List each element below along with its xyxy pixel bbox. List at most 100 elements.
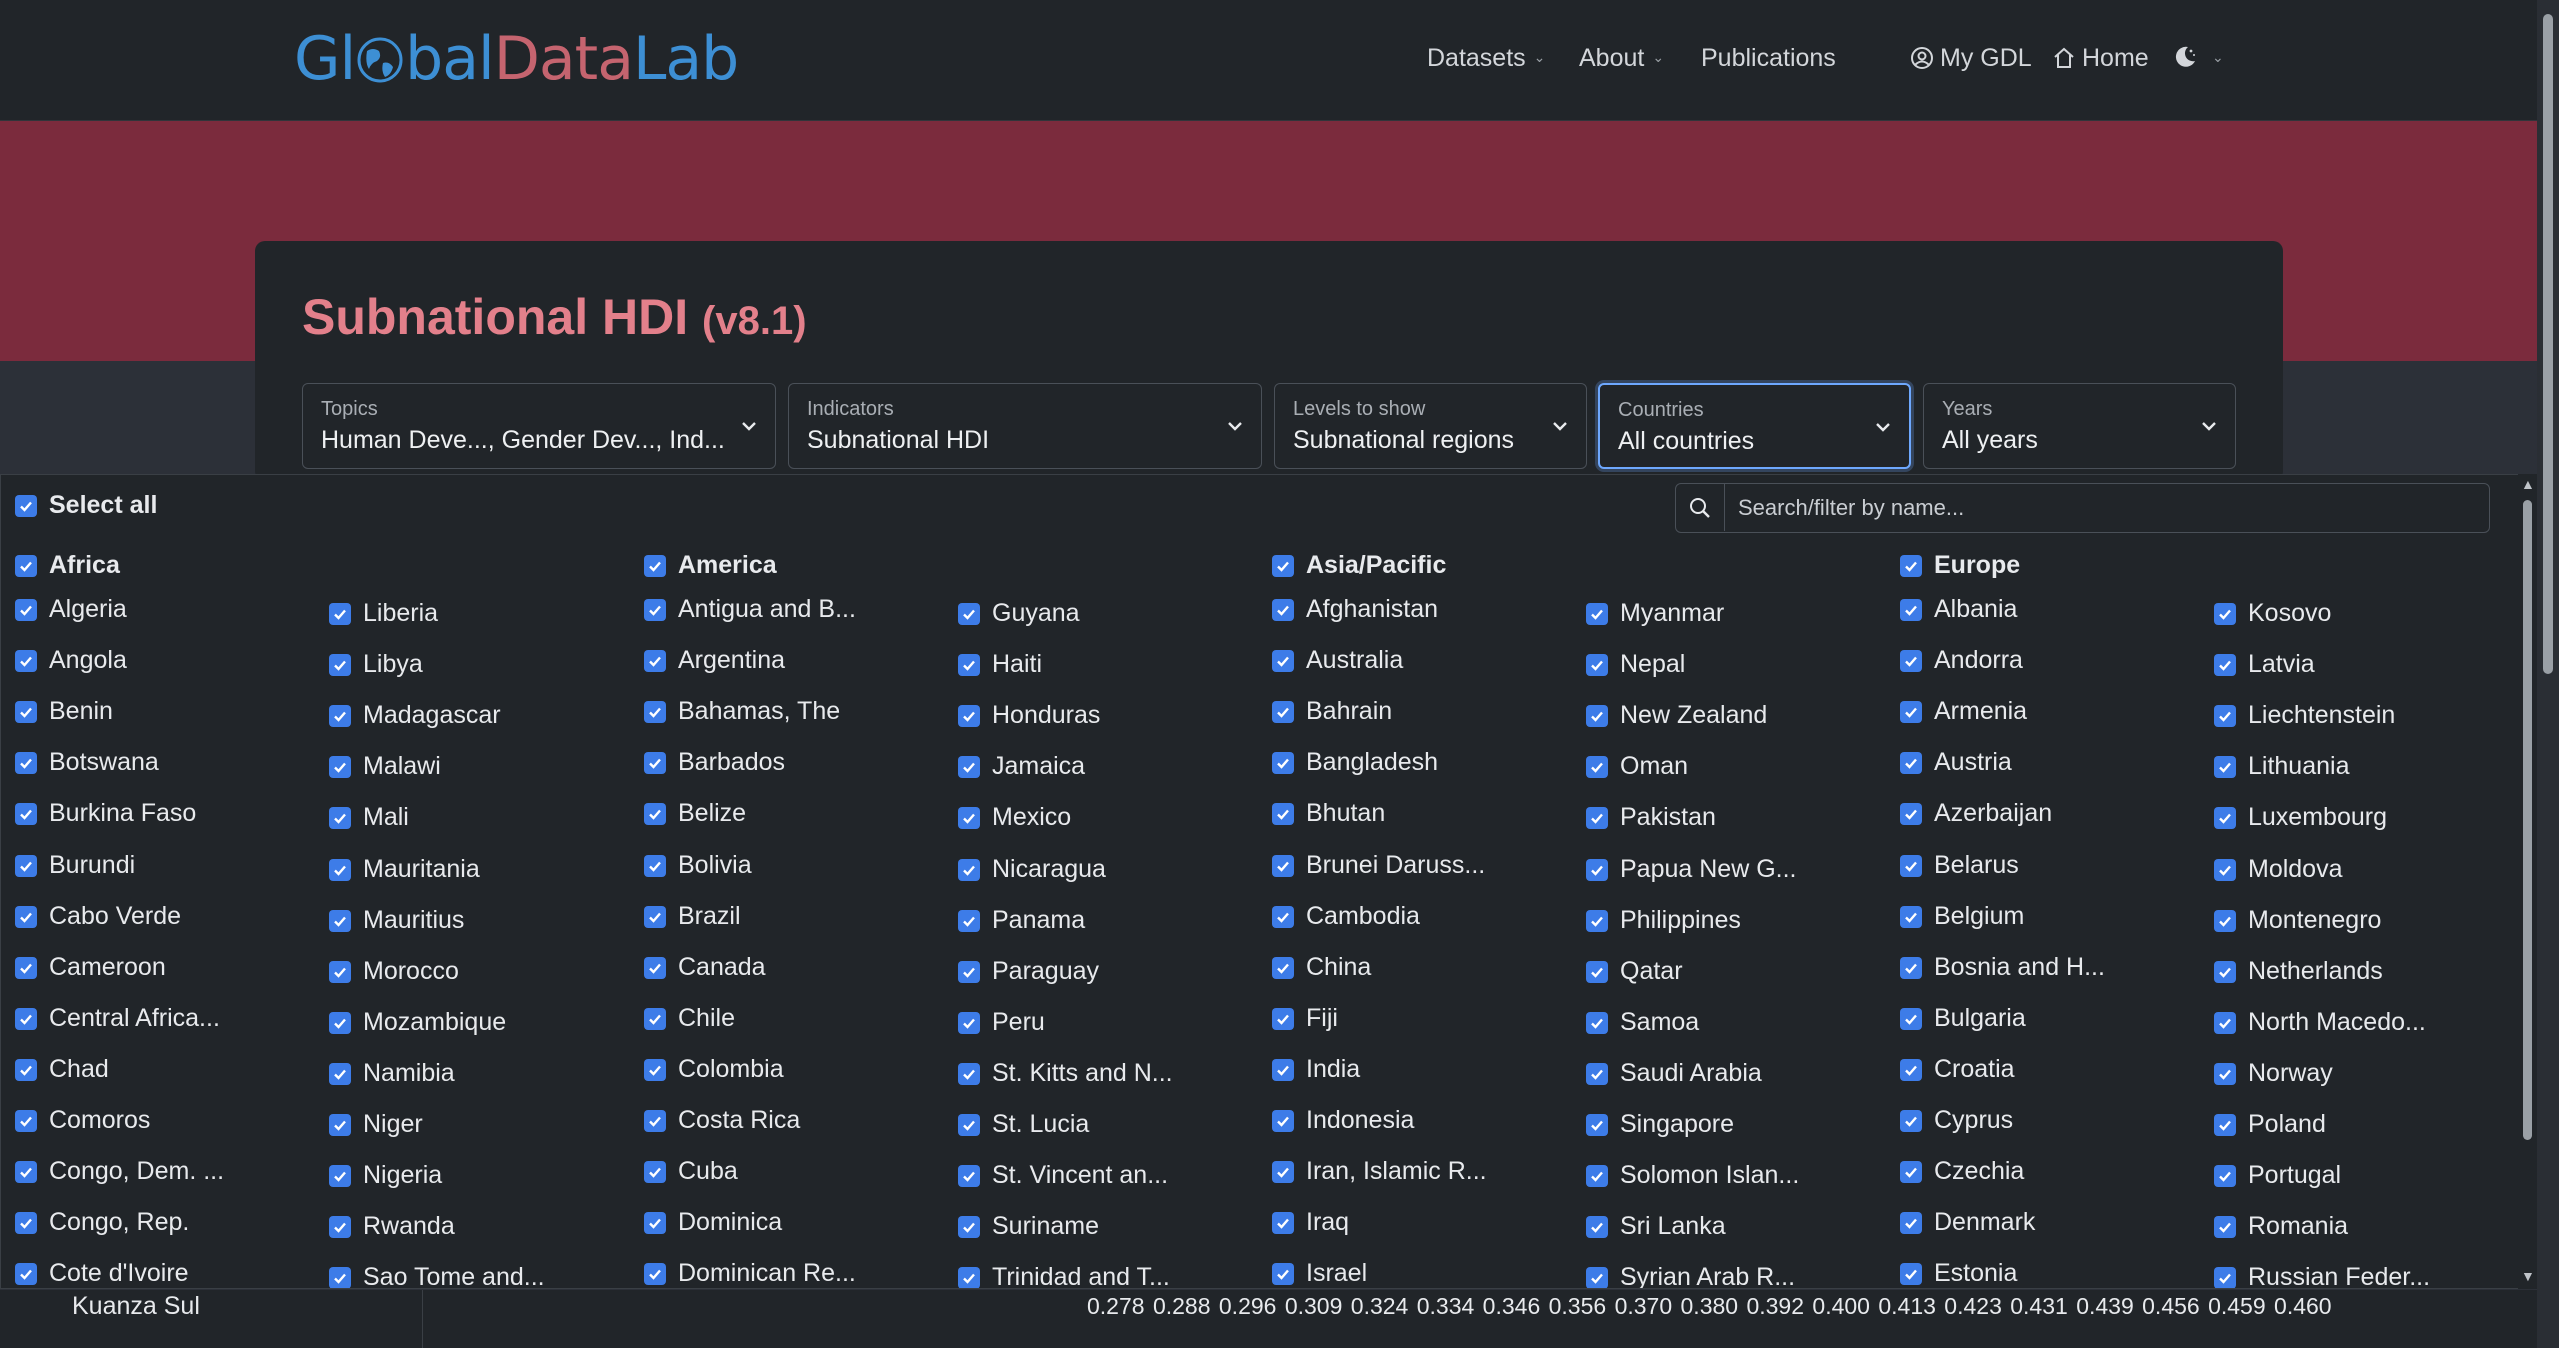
- country-item-label[interactable]: Nicaragua: [992, 855, 1106, 884]
- country-item-label[interactable]: Belarus: [1934, 851, 2019, 880]
- country-item-checkbox[interactable]: [329, 1114, 351, 1136]
- country-item-label[interactable]: North Macedo...: [2248, 1008, 2426, 1037]
- country-item-checkbox[interactable]: [329, 1216, 351, 1239]
- country-item-label[interactable]: Chile: [678, 1004, 735, 1033]
- country-item-checkbox[interactable]: [1586, 603, 1608, 625]
- country-item-label[interactable]: Madagascar: [363, 701, 501, 730]
- country-item-label[interactable]: Saudi Arabia: [1620, 1059, 1762, 1088]
- country-item-label[interactable]: Bhutan: [1306, 799, 1385, 828]
- country-item-label[interactable]: Kosovo: [2248, 599, 2331, 628]
- country-item-label[interactable]: Denmark: [1934, 1208, 2035, 1237]
- country-item-label[interactable]: Panama: [992, 906, 1085, 935]
- country-item-checkbox[interactable]: [1586, 1216, 1608, 1239]
- country-item-checkbox[interactable]: [1272, 1058, 1294, 1081]
- country-item-label[interactable]: Bangladesh: [1306, 748, 1438, 777]
- country-item-checkbox[interactable]: [958, 756, 980, 779]
- country-item-checkbox[interactable]: [644, 752, 666, 775]
- levels-select[interactable]: Levels to show Subnational regions: [1274, 383, 1587, 469]
- country-item-label[interactable]: Belgium: [1934, 902, 2024, 931]
- country-item-checkbox[interactable]: [1586, 1114, 1608, 1136]
- country-item-label[interactable]: Angola: [49, 646, 127, 675]
- country-item-label[interactable]: Austria: [1934, 748, 2012, 777]
- country-item-checkbox[interactable]: [958, 705, 980, 728]
- country-item-checkbox[interactable]: [1272, 803, 1294, 826]
- country-item-label[interactable]: Albania: [1934, 595, 2017, 624]
- country-item-checkbox[interactable]: [1272, 1110, 1294, 1132]
- country-item-checkbox[interactable]: [1272, 854, 1294, 877]
- country-item-label[interactable]: Qatar: [1620, 957, 1683, 986]
- country-item-checkbox[interactable]: [1272, 752, 1294, 775]
- country-item-checkbox[interactable]: [1900, 905, 1922, 928]
- nav-publications[interactable]: Publications: [1701, 44, 1836, 73]
- country-item-label[interactable]: St. Lucia: [992, 1110, 1089, 1139]
- country-item-checkbox[interactable]: [15, 803, 37, 826]
- country-item-label[interactable]: India: [1306, 1055, 1360, 1084]
- countries-select[interactable]: Countries All countries: [1598, 383, 1911, 469]
- country-item-label[interactable]: Luxembourg: [2248, 803, 2387, 832]
- country-item-label[interactable]: Nigeria: [363, 1161, 442, 1190]
- country-item-label[interactable]: Brazil: [678, 902, 741, 931]
- country-item-checkbox[interactable]: [958, 603, 980, 625]
- country-item-label[interactable]: Colombia: [678, 1055, 784, 1084]
- country-item-checkbox[interactable]: [329, 960, 351, 983]
- country-item-label[interactable]: China: [1306, 953, 1371, 982]
- country-item-checkbox[interactable]: [1900, 1058, 1922, 1081]
- country-item-label[interactable]: Cambodia: [1306, 902, 1420, 931]
- country-item-label[interactable]: Armenia: [1934, 697, 2027, 726]
- country-item-label[interactable]: Dominica: [678, 1208, 782, 1237]
- nav-my-gdl[interactable]: My GDL: [1910, 44, 2032, 73]
- nav-home[interactable]: Home: [2052, 44, 2149, 73]
- country-item-label[interactable]: Mozambique: [363, 1008, 506, 1037]
- country-item-label[interactable]: Singapore: [1620, 1110, 1734, 1139]
- country-item-checkbox[interactable]: [2214, 1267, 2236, 1288]
- country-item-label[interactable]: Andorra: [1934, 646, 2023, 675]
- country-item-checkbox[interactable]: [1272, 905, 1294, 928]
- country-item-checkbox[interactable]: [644, 650, 666, 673]
- country-item-checkbox[interactable]: [1900, 599, 1922, 621]
- country-item-checkbox[interactable]: [15, 599, 37, 621]
- country-item-checkbox[interactable]: [958, 1011, 980, 1034]
- country-item-checkbox[interactable]: [1586, 1011, 1608, 1034]
- country-item-checkbox[interactable]: [1272, 1161, 1294, 1184]
- country-item-checkbox[interactable]: [15, 1007, 37, 1030]
- country-item-label[interactable]: Bolivia: [678, 851, 752, 880]
- years-select[interactable]: Years All years: [1923, 383, 2236, 469]
- country-item-label[interactable]: Norway: [2248, 1059, 2333, 1088]
- country-item-label[interactable]: Cote d'Ivoire: [49, 1259, 189, 1288]
- country-item-checkbox[interactable]: [1900, 1161, 1922, 1184]
- region-europe-checkbox[interactable]: [1900, 555, 1922, 577]
- country-item-checkbox[interactable]: [1900, 1110, 1922, 1132]
- country-item-checkbox[interactable]: [958, 807, 980, 830]
- country-item-checkbox[interactable]: [1272, 1263, 1294, 1286]
- country-item-label[interactable]: Oman: [1620, 752, 1688, 781]
- country-item-label[interactable]: Portugal: [2248, 1161, 2341, 1190]
- country-item-checkbox[interactable]: [15, 1161, 37, 1184]
- country-item-label[interactable]: Pakistan: [1620, 803, 1716, 832]
- country-item-checkbox[interactable]: [15, 650, 37, 673]
- scroll-up-arrow-icon[interactable]: ▲: [2521, 476, 2535, 492]
- country-item-label[interactable]: Estonia: [1934, 1259, 2017, 1288]
- country-item-checkbox[interactable]: [329, 909, 351, 932]
- country-item-label[interactable]: Philippines: [1620, 906, 1741, 935]
- country-item-checkbox[interactable]: [2214, 1062, 2236, 1085]
- country-item-checkbox[interactable]: [958, 1216, 980, 1239]
- country-item-checkbox[interactable]: [1586, 909, 1608, 932]
- country-item-checkbox[interactable]: [2214, 1216, 2236, 1239]
- country-item-label[interactable]: Antigua and B...: [678, 595, 856, 624]
- country-item-label[interactable]: Canada: [678, 953, 766, 982]
- country-item-label[interactable]: Montenegro: [2248, 906, 2381, 935]
- region-america-checkbox[interactable]: [644, 555, 666, 577]
- country-item-label[interactable]: Suriname: [992, 1212, 1099, 1241]
- country-item-label[interactable]: Botswana: [49, 748, 159, 777]
- country-item-checkbox[interactable]: [1900, 650, 1922, 673]
- country-item-checkbox[interactable]: [2214, 807, 2236, 830]
- country-item-label[interactable]: Comoros: [49, 1106, 150, 1135]
- country-item-checkbox[interactable]: [15, 1058, 37, 1081]
- country-item-checkbox[interactable]: [2214, 1011, 2236, 1034]
- country-item-checkbox[interactable]: [329, 603, 351, 625]
- country-item-label[interactable]: Algeria: [49, 595, 127, 624]
- country-item-label[interactable]: Netherlands: [2248, 957, 2383, 986]
- country-item-checkbox[interactable]: [15, 752, 37, 775]
- country-item-label[interactable]: Benin: [49, 697, 113, 726]
- country-item-label[interactable]: Niger: [363, 1110, 423, 1139]
